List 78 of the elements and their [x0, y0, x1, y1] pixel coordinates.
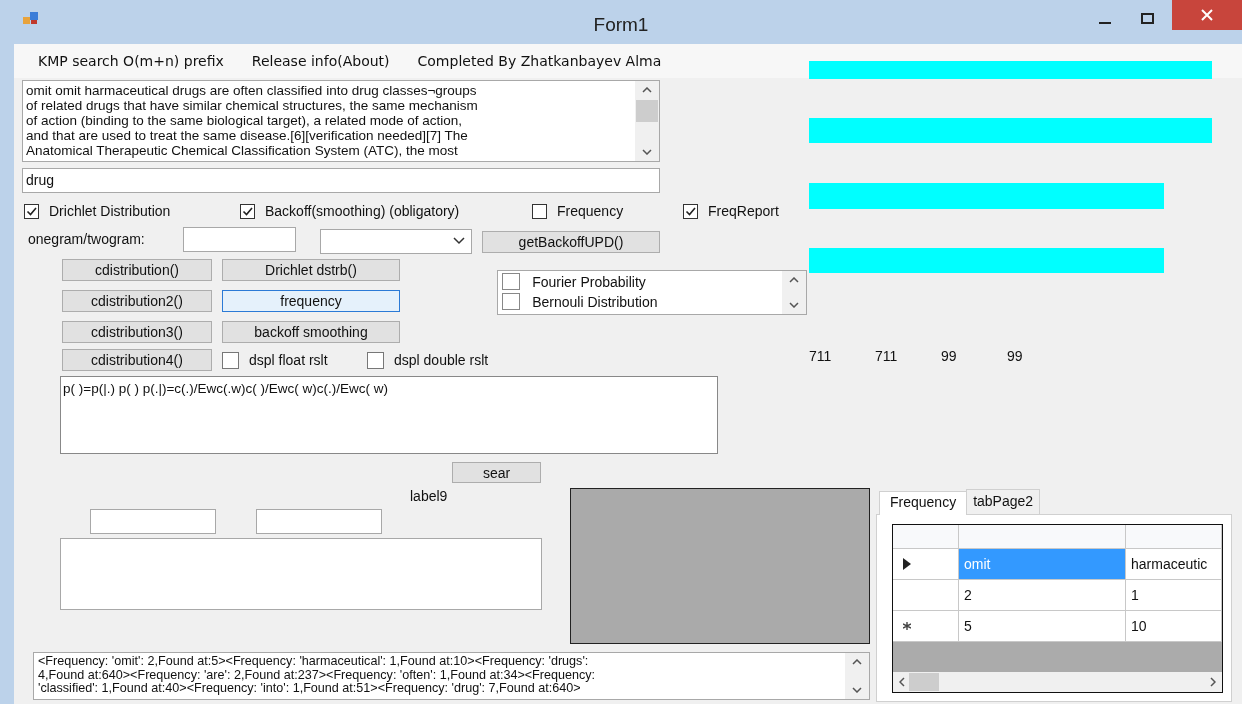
checked-list-box[interactable]: Fourier Probability Bernouli Distribution — [497, 270, 808, 315]
menu-item[interactable]: Release info(About) — [237, 53, 404, 69]
button[interactable]: cdistribution3() — [62, 321, 212, 343]
horizontal-scrollbar[interactable] — [893, 672, 1222, 692]
button[interactable]: backoff smoothing — [222, 321, 400, 343]
text-field[interactable] — [90, 509, 216, 534]
tab[interactable]: Frequency — [879, 491, 968, 515]
checkbox-label[interactable]: Drichlet Distribution — [49, 203, 171, 219]
checkbox[interactable] — [532, 203, 547, 219]
chevron-down-icon[interactable] — [642, 149, 652, 155]
dropdown[interactable] — [320, 228, 472, 254]
chevron-right-icon[interactable] — [1210, 677, 1216, 687]
data-grid[interactable]: omit harmaceutic 2 1 5 10 — [892, 524, 1223, 693]
vertical-scrollbar[interactable] — [635, 81, 659, 161]
button[interactable]: frequency — [222, 290, 400, 312]
checkbox[interactable] — [24, 203, 39, 219]
label: label9 — [410, 488, 449, 506]
button[interactable]: cdistribution2() — [62, 290, 212, 312]
button[interactable]: getBackoffUPD() — [482, 230, 660, 253]
caret-icon — [453, 237, 465, 245]
checkbox[interactable] — [502, 293, 521, 310]
chevron-up-icon[interactable] — [789, 277, 800, 283]
chevron-down-icon[interactable] — [789, 302, 800, 308]
checkbox[interactable] — [502, 273, 521, 290]
checkbox-label[interactable]: Bernouli Distribution — [532, 293, 658, 310]
table-cell[interactable]: 10 — [1126, 611, 1222, 642]
checkbox-label[interactable]: dspl float rslt — [249, 352, 328, 368]
counter-label: 711 — [875, 348, 899, 366]
vertical-scrollbar[interactable] — [845, 653, 869, 699]
close-icon — [1201, 9, 1213, 21]
checkbox-label[interactable]: dspl double rslt — [394, 352, 489, 368]
checkbox-label[interactable]: Frequency — [557, 203, 624, 219]
button[interactable]: Drichlet dstrb() — [222, 259, 400, 281]
chevron-down-icon[interactable] — [852, 687, 862, 693]
text-area-text: omit omit harmaceutical drugs are often classified into drug classes¬groups of related drugs that have similar chemical structures, the same mechanism of action (binding to the same biological target), a related mode of action, and that are used to treat the same disease.[6][verification needed][7] The Anatomical Therapeutic Chemical Classification System (ATC), the most — [25, 82, 479, 160]
row-header — [893, 525, 959, 549]
text-area-text: <Frequency: 'omit': 2,Found at:5><Frequency: 'harmaceutical': 1,Found at:10><Frequency: 'drugs': 4,Found at:640><Frequency: 'are': 2,Found at:237><Frequency: 'often': 1,Found at:34><Frequency: 'classified': 1,Found at:40><Frequency: 'into': 1,Found at:51><Frequency: 'drug': 7,Found at:640> — [37, 653, 597, 697]
checkbox-label[interactable]: Backoff(smoothing) (obligatory) — [265, 203, 460, 219]
chevron-left-icon[interactable] — [899, 677, 905, 687]
counter-label: 711 — [809, 348, 833, 366]
button[interactable]: sear — [452, 462, 541, 483]
field-label: onegram/twogram: — [28, 231, 146, 247]
table-cell[interactable]: 2 — [959, 580, 1126, 611]
table-cell[interactable]: 1 — [1126, 580, 1222, 611]
table-cell[interactable]: 5 — [959, 611, 1126, 642]
checkbox[interactable] — [240, 203, 255, 219]
menu-item[interactable]: Completed By Zhatkanbayev Alma — [403, 53, 676, 69]
counter-label: 99 — [1007, 348, 1024, 366]
row-header[interactable] — [893, 549, 959, 580]
minimize-icon — [1099, 22, 1111, 24]
text-field[interactable] — [256, 509, 382, 534]
text-area[interactable] — [22, 80, 660, 162]
tab[interactable]: tabPage2 — [966, 489, 1041, 514]
table-cell[interactable]: harmaceutic — [1126, 549, 1222, 580]
text-area[interactable]: p( )=p(|.) p( ) p(.|)=c(.)/Ewc(.w)c( )/Ewc( w)c(.)/Ewc( w) — [60, 376, 718, 454]
checkbox[interactable] — [683, 203, 698, 219]
chevron-up-icon[interactable] — [852, 659, 862, 665]
checkbox-label[interactable]: Fourier Probability — [532, 273, 646, 290]
app-icon — [22, 10, 40, 26]
checkbox[interactable] — [222, 351, 239, 369]
counter-label: 99 — [941, 348, 958, 366]
button[interactable]: cdistribution() — [62, 259, 212, 281]
chevron-up-icon[interactable] — [642, 87, 652, 93]
button[interactable]: cdistribution4() — [62, 349, 212, 371]
menu-item[interactable]: KMP search O(m+n) prefix — [24, 53, 238, 69]
checkbox-label[interactable]: FreqReport — [708, 203, 779, 219]
close-button[interactable] — [1172, 0, 1242, 30]
vertical-scrollbar[interactable] — [782, 271, 807, 314]
window-title: Form1 — [592, 14, 650, 36]
search-field[interactable]: drug — [22, 168, 660, 193]
text-area[interactable] — [33, 652, 870, 700]
text-field[interactable] — [183, 226, 296, 252]
checkbox[interactable] — [367, 351, 384, 369]
maximize-icon — [1140, 12, 1154, 24]
scroll-thumb[interactable] — [909, 673, 939, 691]
new-row-icon — [903, 622, 911, 630]
current-row-icon — [903, 558, 911, 570]
scroll-thumb[interactable] — [636, 100, 658, 122]
